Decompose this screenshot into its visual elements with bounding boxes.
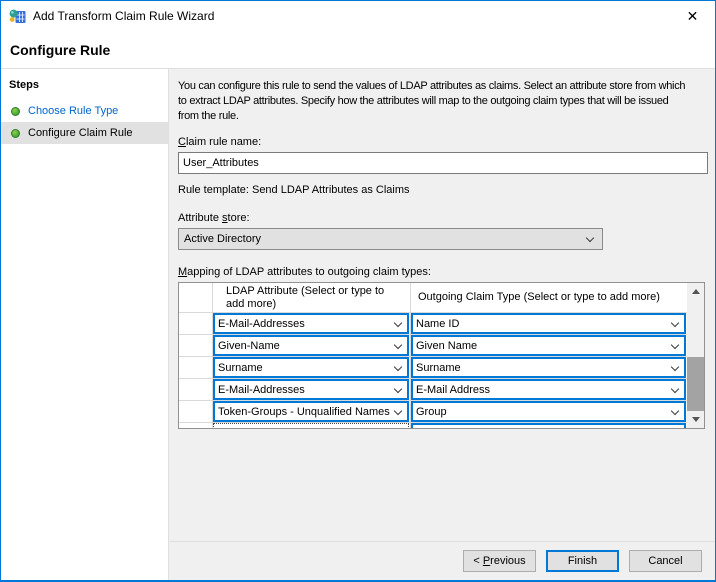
new-row-claim-stub <box>411 423 686 428</box>
description-line: from the rule. <box>178 109 707 124</box>
previous-button[interactable]: < Previous <box>463 550 536 572</box>
ldap-attribute-select[interactable]: Surname <box>213 357 409 378</box>
chevron-down-icon <box>671 320 679 328</box>
outgoing-claim-type-select[interactable]: Surname <box>411 357 686 378</box>
chevron-down-icon <box>394 408 402 416</box>
close-button[interactable]: ✕ <box>670 2 715 31</box>
chevron-down-icon <box>671 342 679 350</box>
description-line: to extract LDAP attributes. Specify how … <box>178 94 707 109</box>
row-selector[interactable] <box>179 379 213 400</box>
outgoing-claim-type-select[interactable]: Group <box>411 401 686 422</box>
chevron-down-icon <box>671 386 679 394</box>
row-selector[interactable] <box>179 401 213 422</box>
table-new-row-partial <box>179 423 687 428</box>
column-header-outgoing-claim-type[interactable]: Outgoing Claim Type (Select or type to a… <box>411 283 687 312</box>
table-row: Token-Groups - Unqualified Names Group <box>179 401 687 423</box>
page-heading-band: Configure Rule <box>1 31 715 69</box>
chevron-down-icon <box>586 235 594 243</box>
outgoing-claim-type-select[interactable]: E-Mail Address <box>411 379 686 400</box>
new-row-ldap-stub <box>213 423 409 428</box>
page-title: Configure Rule <box>10 42 110 58</box>
wizard-window: Add Transform Claim Rule Wizard ✕ Config… <box>0 0 716 582</box>
table-header-row: LDAP Attribute (Select or type to add mo… <box>179 283 687 313</box>
scroll-down-button[interactable] <box>687 411 704 428</box>
claim-rule-name-input[interactable] <box>178 152 708 174</box>
step-complete-bullet-icon <box>11 107 20 116</box>
chevron-down-icon <box>394 342 402 350</box>
chevron-down-icon <box>394 364 402 372</box>
ldap-attribute-select[interactable]: E-Mail-Addresses <box>213 313 409 334</box>
outgoing-claim-type-select[interactable]: Name ID <box>411 313 686 334</box>
steps-title: Steps <box>1 77 168 100</box>
title-bar: Add Transform Claim Rule Wizard ✕ <box>1 1 715 31</box>
description-line: You can configure this rule to send the … <box>178 79 707 94</box>
mapping-table: LDAP Attribute (Select or type to add mo… <box>178 282 705 429</box>
scroll-up-icon <box>692 289 700 294</box>
table-row: E-Mail-Addresses Name ID <box>179 313 687 335</box>
step-current-bullet-icon <box>11 129 20 138</box>
scrollbar-thumb[interactable] <box>687 357 704 411</box>
finish-button[interactable]: Finish <box>546 550 619 572</box>
attribute-store-select[interactable]: Active Directory <box>178 228 603 250</box>
mapping-label: Mapping of LDAP attributes to outgoing c… <box>178 266 707 278</box>
claim-rule-name-label: Claim rule name: <box>178 136 707 148</box>
button-bar: < Previous Finish Cancel <box>169 541 715 580</box>
wizard-app-icon <box>9 8 27 24</box>
window-title: Add Transform Claim Rule Wizard <box>33 9 214 23</box>
outgoing-claim-type-select[interactable]: Given Name <box>411 335 686 356</box>
row-selector[interactable] <box>179 357 213 378</box>
table-row: Surname Surname <box>179 357 687 379</box>
ldap-attribute-select[interactable]: Given-Name <box>213 335 409 356</box>
ldap-attribute-select[interactable]: Token-Groups - Unqualified Names <box>213 401 409 422</box>
step-label: Choose Rule Type <box>28 105 118 117</box>
ldap-attribute-select[interactable]: E-Mail-Addresses <box>213 379 409 400</box>
scroll-up-button[interactable] <box>687 283 704 300</box>
scroll-down-icon <box>692 417 700 422</box>
table-scrollbar[interactable] <box>687 283 704 428</box>
attribute-store-value: Active Directory <box>184 233 261 245</box>
table-row: E-Mail-Addresses E-Mail Address <box>179 379 687 401</box>
chevron-down-icon <box>394 320 402 328</box>
row-selector[interactable] <box>179 335 213 356</box>
mapping-table-body: LDAP Attribute (Select or type to add mo… <box>179 283 687 428</box>
content-area: Steps Choose Rule Type Configure Claim R… <box>1 69 715 580</box>
sidebar-item-configure-claim-rule[interactable]: Configure Claim Rule <box>1 122 168 144</box>
sidebar-item-choose-rule-type[interactable]: Choose Rule Type <box>1 100 168 122</box>
corner-selector-cell <box>179 283 213 312</box>
main-column: You can configure this rule to send the … <box>169 69 715 580</box>
step-label: Configure Claim Rule <box>28 127 133 139</box>
column-header-ldap-attribute[interactable]: LDAP Attribute (Select or type to add mo… <box>213 283 411 312</box>
chevron-down-icon <box>671 408 679 416</box>
attribute-store-label: Attribute store: <box>178 212 707 224</box>
chevron-down-icon <box>394 386 402 394</box>
table-row: Given-Name Given Name <box>179 335 687 357</box>
chevron-down-icon <box>671 364 679 372</box>
cancel-button[interactable]: Cancel <box>629 550 702 572</box>
row-selector[interactable] <box>179 423 213 428</box>
row-selector[interactable] <box>179 313 213 334</box>
main-panel: You can configure this rule to send the … <box>169 69 715 541</box>
scrollbar-track[interactable] <box>687 300 704 411</box>
steps-sidebar: Steps Choose Rule Type Configure Claim R… <box>1 69 169 580</box>
description-text: You can configure this rule to send the … <box>178 79 707 124</box>
rule-template-text: Rule template: Send LDAP Attributes as C… <box>178 184 707 196</box>
